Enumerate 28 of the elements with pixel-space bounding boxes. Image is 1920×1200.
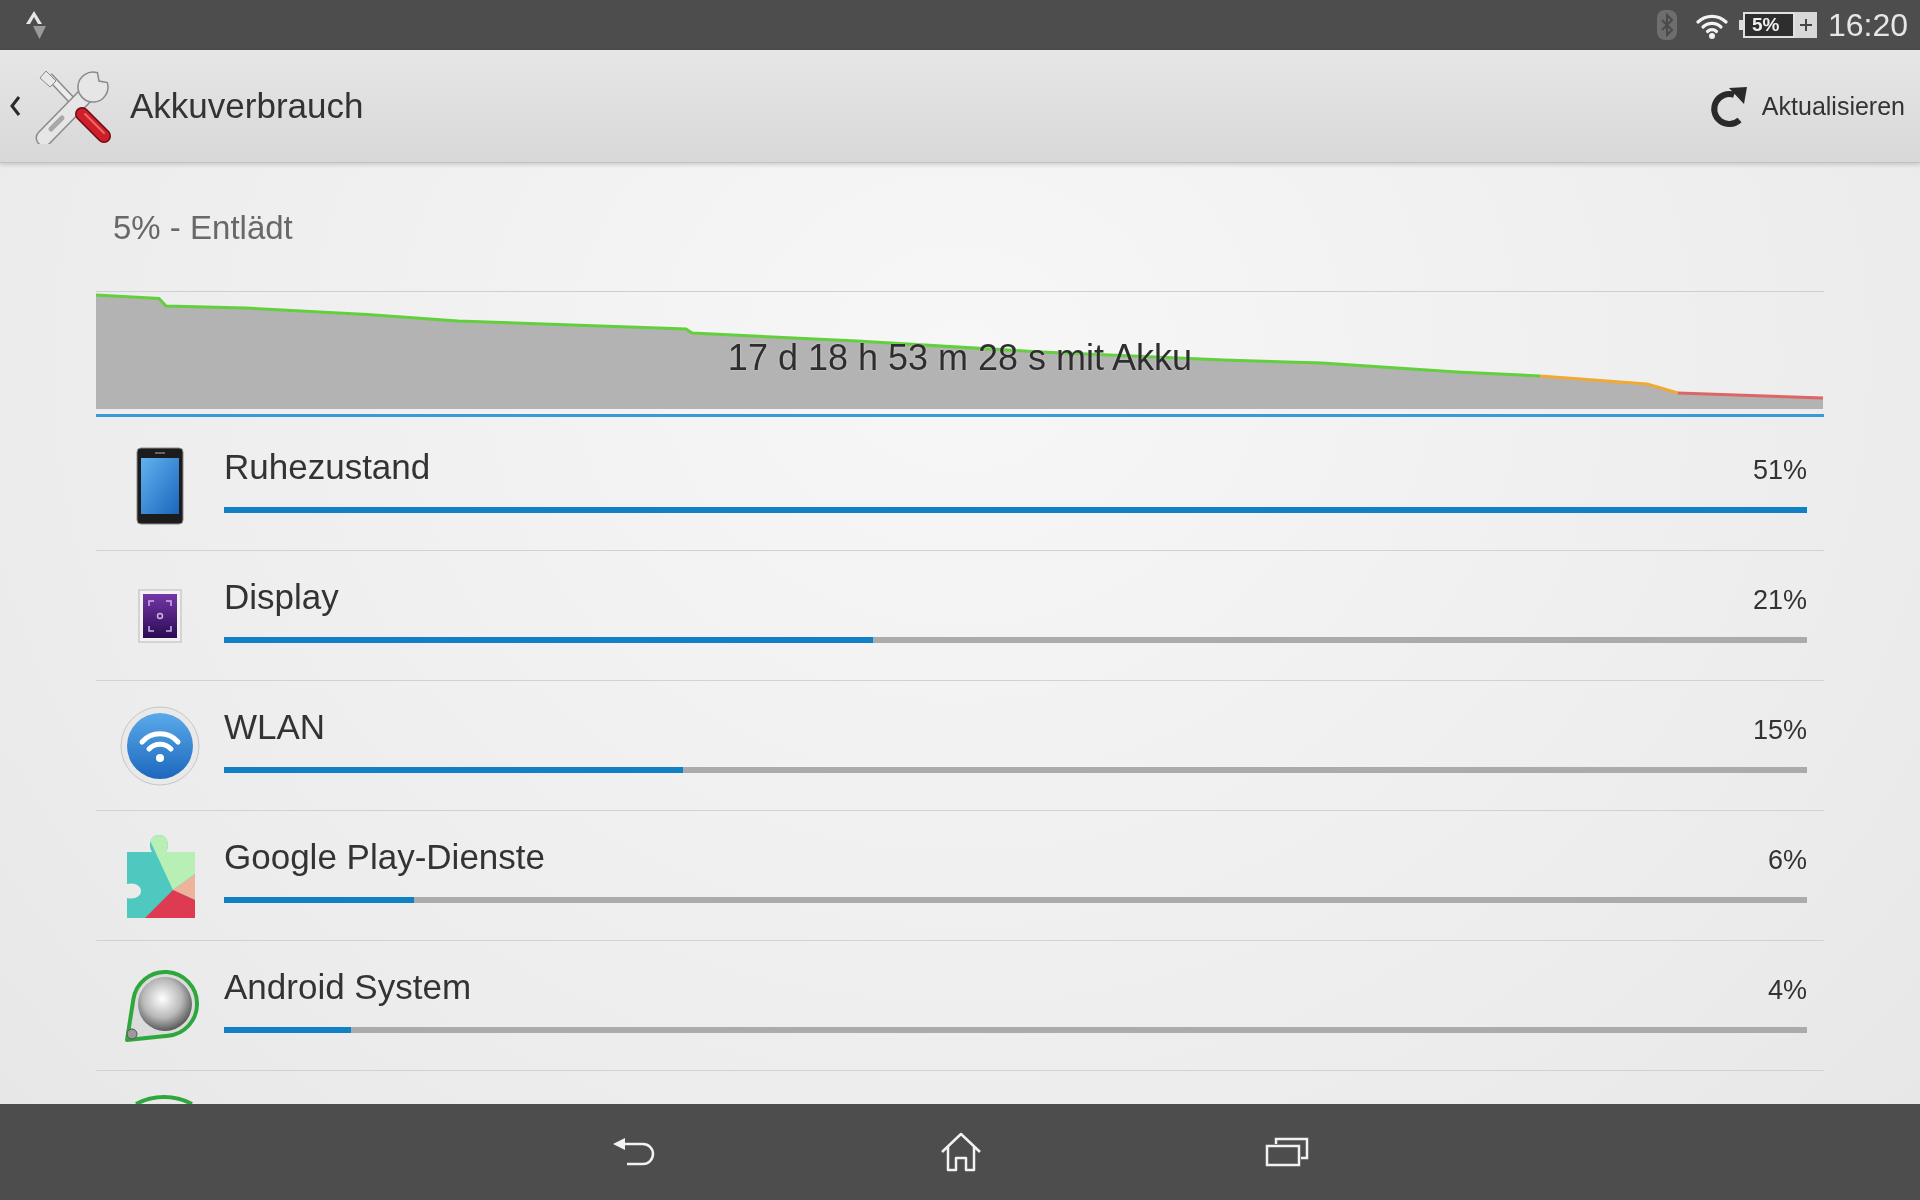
phone-icon	[136, 446, 184, 525]
usage-percentage: 6%	[1767, 844, 1807, 876]
ring-icon	[132, 1095, 196, 1104]
puzzle-piece-icon	[125, 833, 195, 918]
back-icon[interactable]	[9, 95, 21, 117]
screen-icon	[138, 588, 182, 643]
back-icon[interactable]	[611, 1136, 657, 1168]
usage-percentage: 51%	[1752, 454, 1807, 486]
usage-percentage: 21%	[1752, 584, 1807, 616]
notification-icon	[24, 9, 47, 41]
app-name: Display	[224, 576, 339, 618]
battery-icon	[1738, 12, 1817, 38]
usage-percentage: 4%	[1767, 974, 1807, 1006]
battery-percentage: 5%	[1751, 14, 1780, 36]
recent-apps-icon[interactable]	[1265, 1137, 1309, 1167]
status-time: 16:20	[1827, 7, 1908, 43]
battery-status-text: 5% - Entlädt	[112, 208, 293, 248]
wifi-badge-icon	[120, 705, 200, 786]
app-name: WLAN	[224, 706, 326, 748]
tools-icon	[35, 68, 113, 144]
usage-percentage: 15%	[1752, 714, 1807, 746]
home-icon[interactable]	[939, 1132, 983, 1172]
refresh-button[interactable]: Aktualisieren	[1708, 83, 1905, 129]
screen-title: Akkuverbrauch	[130, 85, 364, 127]
bluetooth-icon	[1656, 10, 1677, 40]
app-name: Android System	[224, 966, 472, 1008]
app-name: Ruhezustand	[224, 446, 431, 488]
app-name: Google Play-Dienste	[224, 836, 545, 878]
